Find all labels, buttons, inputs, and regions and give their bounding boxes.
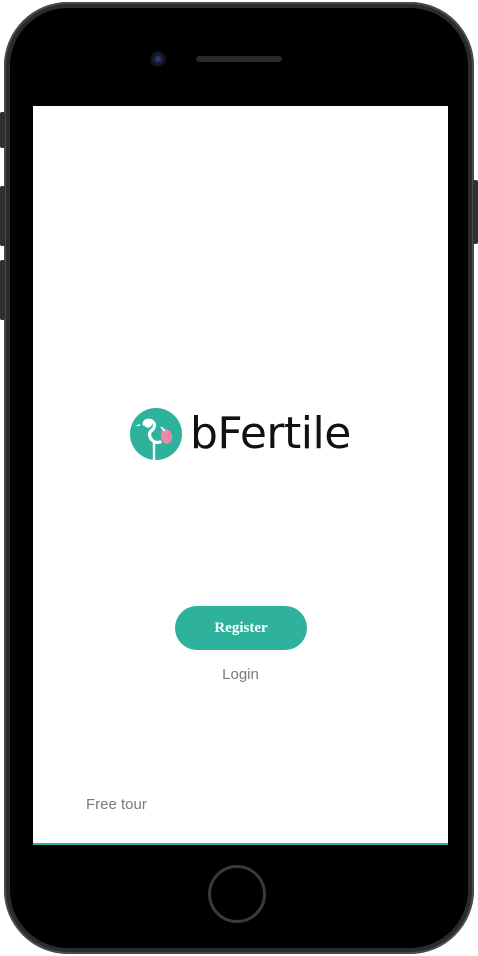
stork-logo-icon [130,408,182,460]
earpiece-speaker [196,56,282,62]
volume-up-button [0,186,5,246]
screen-bottom-edge [33,843,448,845]
mute-switch [0,112,5,148]
front-camera [152,53,164,65]
register-button[interactable]: Register [175,606,307,650]
power-button [473,180,478,244]
free-tour-link[interactable]: Free tour [86,796,147,813]
home-button[interactable] [208,865,266,923]
app-screen: bFertile Register Login Free tour [33,106,448,844]
login-link[interactable]: Login [33,666,448,683]
brand-logo: bFertile [130,408,352,464]
volume-down-button [0,260,5,320]
brand-name: bFertile [190,408,351,459]
